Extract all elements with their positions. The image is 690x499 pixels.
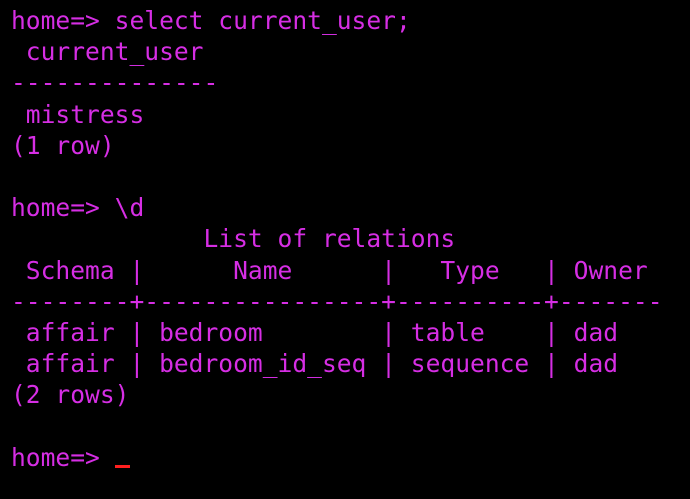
relations-row: affair | bedroom_id_seq | sequence | dad	[11, 349, 619, 379]
prompt-text: home=>	[11, 442, 115, 472]
relations-separator: --------+----------------+----------+---…	[11, 286, 663, 316]
result-column-header: current_user	[11, 37, 204, 67]
active-prompt-line[interactable]: home=>	[11, 442, 690, 473]
relations-row: affair | bedroom | table | dad	[11, 317, 619, 347]
result-value: mistress	[11, 99, 145, 129]
text-cursor	[114, 464, 130, 468]
relations-title: List of relations	[11, 224, 456, 254]
row-count: (2 rows)	[11, 380, 130, 410]
row-count: (1 row)	[11, 130, 115, 160]
terminal-window[interactable]: home=> select current_user; current_user…	[0, 0, 690, 499]
prompt-command-line: home=> select current_user;	[11, 6, 411, 35]
result-separator: --------------	[11, 68, 219, 98]
relations-header-row: Schema | Name | Type | Owner	[11, 255, 648, 285]
prompt-command-line: home=> \d	[11, 193, 145, 223]
